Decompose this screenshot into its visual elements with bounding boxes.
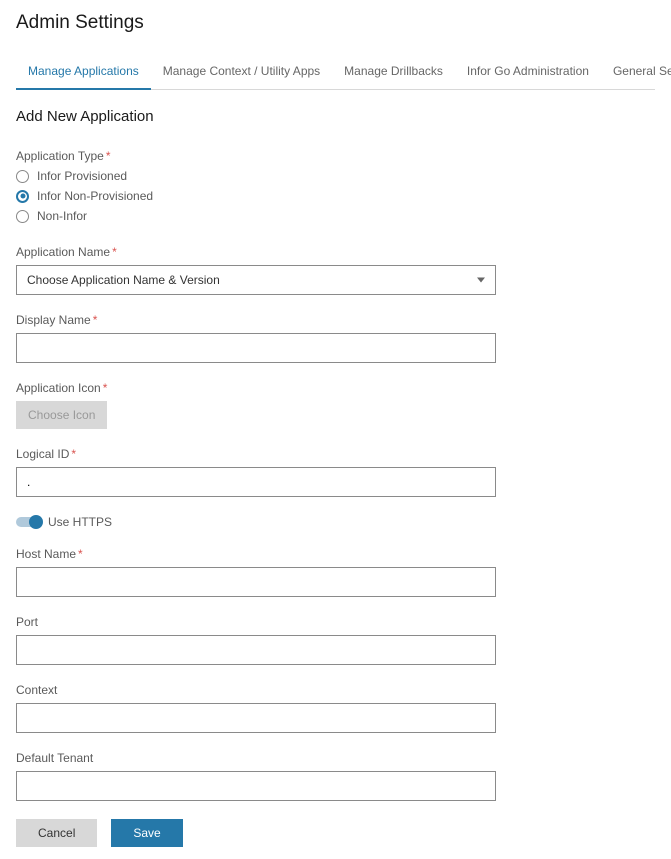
page-title: Admin Settings — [16, 12, 655, 34]
host-name-input[interactable] — [16, 567, 496, 597]
tab-infor-go-admin[interactable]: Infor Go Administration — [455, 56, 601, 90]
display-name-input[interactable] — [16, 333, 496, 363]
application-name-label: Application Name* — [16, 245, 655, 259]
toggle-knob-icon — [29, 515, 43, 529]
tab-manage-context-utility[interactable]: Manage Context / Utility Apps — [151, 56, 332, 90]
tabs: Manage Applications Manage Context / Uti… — [16, 56, 655, 90]
choose-icon-button[interactable]: Choose Icon — [16, 401, 107, 429]
radio-label: Infor Provisioned — [37, 169, 127, 183]
cancel-button[interactable]: Cancel — [16, 819, 97, 847]
use-https-label: Use HTTPS — [48, 515, 112, 529]
radio-non-infor[interactable]: Non-Infor — [16, 209, 655, 223]
default-tenant-input[interactable] — [16, 771, 496, 801]
application-type-label: Application Type* — [16, 149, 655, 163]
radio-icon — [16, 190, 29, 203]
port-label: Port — [16, 615, 655, 629]
chevron-down-icon — [477, 278, 485, 283]
radio-infor-provisioned[interactable]: Infor Provisioned — [16, 169, 655, 183]
radio-label: Non-Infor — [37, 209, 87, 223]
host-name-label: Host Name* — [16, 547, 655, 561]
logical-id-input[interactable] — [16, 467, 496, 497]
port-input[interactable] — [16, 635, 496, 665]
radio-infor-non-provisioned[interactable]: Infor Non-Provisioned — [16, 189, 655, 203]
radio-icon — [16, 170, 29, 183]
default-tenant-label: Default Tenant — [16, 751, 655, 765]
select-value: Choose Application Name & Version — [27, 273, 220, 287]
radio-icon — [16, 210, 29, 223]
radio-label: Infor Non-Provisioned — [37, 189, 153, 203]
tab-manage-applications[interactable]: Manage Applications — [16, 56, 151, 90]
tab-manage-drillbacks[interactable]: Manage Drillbacks — [332, 56, 455, 90]
save-button[interactable]: Save — [111, 819, 182, 847]
use-https-toggle[interactable] — [16, 517, 40, 527]
display-name-label: Display Name* — [16, 313, 655, 327]
logical-id-label: Logical ID* — [16, 447, 655, 461]
context-input[interactable] — [16, 703, 496, 733]
application-icon-label: Application Icon* — [16, 381, 655, 395]
section-title: Add New Application — [16, 108, 655, 125]
application-name-select[interactable]: Choose Application Name & Version — [16, 265, 496, 295]
tab-general-settings[interactable]: General Settings — [601, 56, 671, 90]
context-label: Context — [16, 683, 655, 697]
